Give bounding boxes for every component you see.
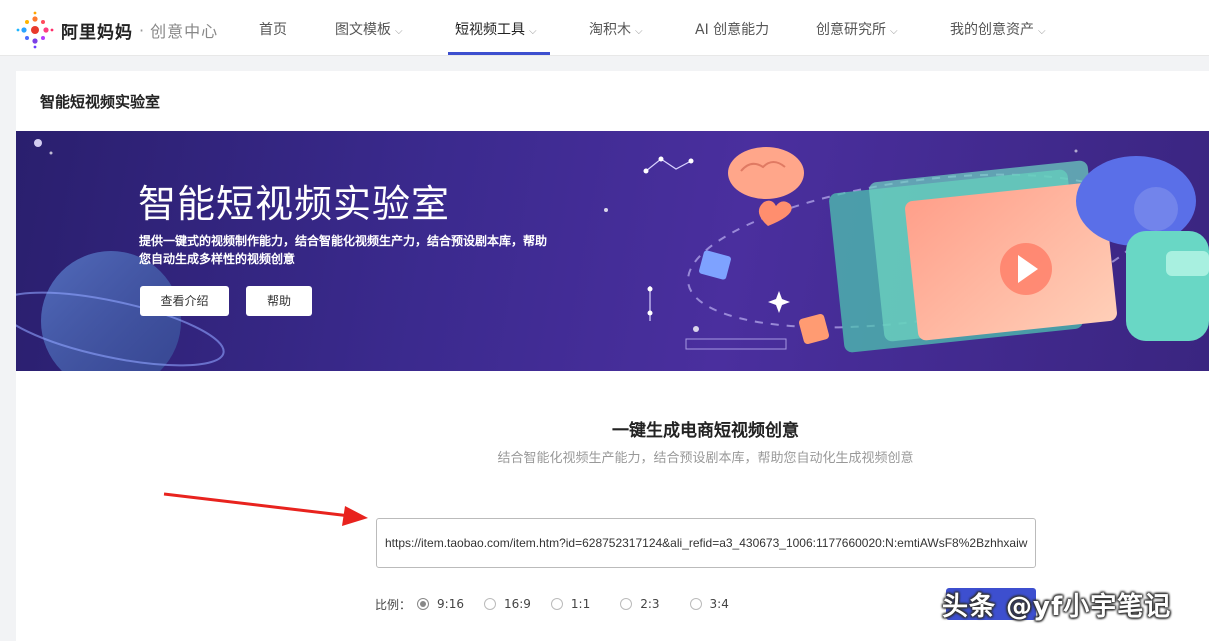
- ratio-selector: 比例： 9:16 16:9 1:1 2:3 3:4: [375, 594, 749, 614]
- ratio-option-16-9[interactable]: 16:9: [483, 597, 531, 611]
- generator-title: 一键生成电商短视频创意: [612, 421, 799, 441]
- brand-name: 阿里妈妈: [61, 22, 133, 43]
- nav-item-label: 短视频工具: [455, 22, 525, 38]
- hero-banner: 智能短视频实验室 提供一键式的视频制作能力，结合智能化视频生产力，结合预设剧本库…: [16, 131, 1209, 371]
- nav-item-label: 首页: [259, 22, 287, 38]
- active-tab-indicator: [448, 52, 550, 55]
- ratio-option-label: 16:9: [503, 597, 531, 611]
- nav-item-home[interactable]: 首页: [259, 0, 287, 56]
- radio-icon[interactable]: [620, 598, 633, 610]
- page-title: 智能短视频实验室: [40, 93, 161, 111]
- brand-separator: ·: [139, 20, 145, 40]
- view-intro-button[interactable]: 查看介绍: [140, 286, 229, 316]
- nav-item-label: AI 创意能力: [695, 22, 770, 38]
- ratio-option-label: 9:16: [437, 597, 464, 611]
- nav-item-my-assets[interactable]: 我的创意资产 ⌵: [950, 0, 1046, 56]
- nav-item-label: 图文模板: [335, 22, 391, 38]
- banner-title: 智能短视频实验室: [138, 182, 451, 226]
- red-arrow-annotation: [163, 492, 368, 526]
- brand-logo[interactable]: 阿里妈妈 · 创意中心: [15, 10, 218, 50]
- ratio-label: 比例：: [375, 597, 412, 612]
- nav-item-label: 我的创意资产: [950, 22, 1034, 38]
- ratio-option-2-3[interactable]: 2:3: [620, 597, 660, 611]
- brand-product: 创意中心: [150, 22, 219, 41]
- chevron-down-icon: ⌵: [635, 26, 643, 37]
- nav-item-label: 创意研究所: [816, 22, 886, 38]
- alimama-logo-icon: [16, 11, 54, 49]
- radio-icon[interactable]: [483, 598, 496, 610]
- nav-item-video-tools[interactable]: 短视频工具 ⌵: [455, 0, 537, 56]
- chevron-down-icon: ⌵: [529, 26, 537, 37]
- ratio-option-label: 2:3: [640, 597, 660, 611]
- radio-icon[interactable]: [689, 598, 702, 610]
- chevron-down-icon: ⌵: [890, 26, 898, 37]
- chevron-down-icon: ⌵: [1038, 26, 1046, 37]
- ratio-option-9-16[interactable]: 9:16: [417, 597, 464, 611]
- generator-subtitle: 结合智能化视频生产能力，结合预设剧本库，帮助您自动化生成视频创意: [497, 451, 914, 466]
- watermark-text: 头条 @yf小宇笔记: [942, 592, 1172, 622]
- chevron-down-icon: ⌵: [395, 26, 403, 37]
- ratio-option-label: 1:1: [570, 597, 591, 611]
- nav-item-label: 淘积木: [589, 22, 631, 38]
- top-nav: 阿里妈妈 · 创意中心 首页 图文模板 ⌵ 短视频工具 ⌵ 淘积木 ⌵ AI 创意能力…: [0, 0, 1209, 56]
- nav-item-graphic-templates[interactable]: 图文模板 ⌵: [335, 0, 403, 56]
- product-url-input[interactable]: https://item.taobao.com/item.htm?id=6287…: [376, 518, 1036, 568]
- ratio-option-label: 3:4: [709, 597, 729, 611]
- ratio-option-3-4[interactable]: 3:4: [689, 597, 729, 611]
- nav-item-ai-creative[interactable]: AI 创意能力: [695, 0, 769, 56]
- banner-description: 提供一键式的视频制作能力，结合智能化视频生产力，结合预设剧本库，帮助您自动生成多…: [139, 234, 548, 266]
- radio-checked-icon[interactable]: [417, 598, 430, 610]
- ratio-option-1-1[interactable]: 1:1: [550, 597, 591, 611]
- radio-icon[interactable]: [550, 598, 563, 610]
- help-button[interactable]: 帮助: [246, 286, 312, 316]
- nav-item-taojimu[interactable]: 淘积木 ⌵: [589, 0, 643, 56]
- nav-item-creative-lab[interactable]: 创意研究所 ⌵: [816, 0, 898, 56]
